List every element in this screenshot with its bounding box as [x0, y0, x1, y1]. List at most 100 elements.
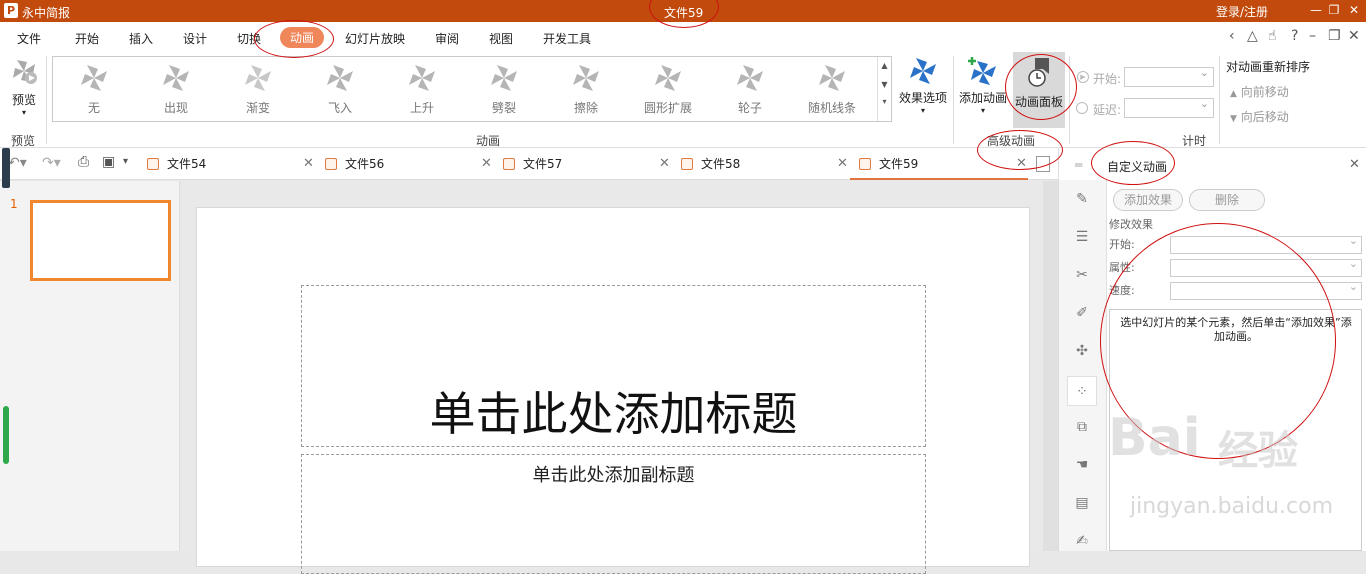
- add-animation-button[interactable]: 添加动画 ▾: [957, 56, 1009, 122]
- resize-icon[interactable]: ⧉: [1071, 416, 1093, 438]
- hand-icon[interactable]: ☝: [1268, 28, 1277, 44]
- menu-transition[interactable]: 切换: [237, 30, 261, 47]
- start-select[interactable]: [1170, 234, 1362, 254]
- subtitle-placeholder[interactable]: 单击此处添加副标题: [301, 454, 926, 574]
- slide: 单击此处添加标题 单击此处添加副标题: [196, 207, 1030, 574]
- start-label: 开始:: [1109, 238, 1135, 251]
- left-edge-handle[interactable]: [2, 148, 10, 188]
- menu-slideshow[interactable]: 幻灯片放映: [345, 30, 405, 47]
- tab-close-icon[interactable]: ✕: [659, 156, 670, 171]
- vertical-scrollbar[interactable]: [1043, 181, 1058, 551]
- star-icon: [245, 65, 271, 91]
- tab-close-icon[interactable]: ✕: [481, 156, 492, 171]
- document-title: 文件59: [664, 6, 704, 20]
- logo-icon: P: [4, 3, 18, 18]
- star-icon: [81, 65, 107, 91]
- panel-close-icon[interactable]: ✕: [1349, 157, 1360, 172]
- add-effect-button[interactable]: 添加效果: [1113, 189, 1183, 211]
- custom-animation-panel: ═ 自定义动画 ✕ ✎ ☰ ✂ ✐ ✣ ⁘ ⧉ ☚ ▤ ✍ 添加效果 删除 修改…: [1058, 148, 1366, 551]
- reorder-title: 对动画重新排序: [1226, 60, 1311, 74]
- effect-random-bars[interactable]: 随机线条: [797, 61, 867, 119]
- hand-icon[interactable]: ☚: [1071, 454, 1093, 476]
- delay-field[interactable]: [1124, 97, 1214, 118]
- print-preview-icon[interactable]: ⎙: [78, 154, 89, 170]
- gallery-scroll[interactable]: ▲ ▼ ▾: [877, 57, 891, 121]
- delete-button[interactable]: 删除: [1189, 189, 1265, 211]
- tab-file59-active[interactable]: 文件59 ✕: [850, 148, 1028, 180]
- tab-close-icon[interactable]: ✕: [303, 156, 314, 171]
- menu-home[interactable]: 开始: [75, 30, 99, 47]
- quick-access-more-icon[interactable]: ▾: [123, 156, 128, 167]
- play-icon: ▶: [1077, 71, 1089, 83]
- move-later-button[interactable]: ▼ 向后移动: [1230, 108, 1289, 125]
- login-link[interactable]: 登录/注册: [1216, 3, 1268, 20]
- restore-icon[interactable]: ❐: [1326, 2, 1342, 18]
- windmill-icon[interactable]: ✣: [1071, 340, 1093, 362]
- menu-animation[interactable]: 动画: [280, 27, 325, 48]
- left-edge-indicator: [3, 406, 9, 464]
- menu-insert[interactable]: 插入: [129, 30, 153, 47]
- brush-icon[interactable]: ✐: [1071, 302, 1093, 324]
- effects-gallery: 无 出现 渐变 飞入 上升 劈裂 擦除 圆形扩展 轮子 随机线条 ▲ ▼ ▾: [52, 56, 892, 122]
- effect-appear[interactable]: 出现: [141, 61, 211, 119]
- document-icon[interactable]: ▤: [1071, 492, 1093, 514]
- ribbon-minimize-icon[interactable]: –: [1309, 28, 1316, 44]
- effect-wheel[interactable]: 轮子: [715, 61, 785, 119]
- effect-fly-in[interactable]: 飞入: [305, 61, 375, 119]
- grid-icon[interactable]: ⁘: [1067, 376, 1097, 406]
- ppt-icon: [325, 158, 337, 170]
- undo-icon[interactable]: ↶▾: [8, 155, 27, 171]
- preview-button[interactable]: 预览 ▾: [6, 56, 42, 126]
- edit-icon[interactable]: ✍: [1071, 530, 1093, 552]
- effect-wipe[interactable]: 擦除: [551, 61, 621, 119]
- title-placeholder-text: 单击此处添加标题: [429, 387, 798, 441]
- menu-review[interactable]: 审阅: [435, 30, 459, 47]
- menu-view[interactable]: 视图: [489, 30, 513, 47]
- redo-icon[interactable]: ↷▾: [42, 155, 61, 171]
- property-select[interactable]: [1170, 257, 1362, 277]
- help-icon[interactable]: ?: [1291, 28, 1298, 44]
- effect-options-button[interactable]: 效果选项 ▾: [897, 56, 949, 122]
- add-animation-icon: [968, 57, 996, 85]
- menu-file[interactable]: 文件: [17, 30, 41, 47]
- speed-select[interactable]: [1170, 280, 1362, 300]
- ppt-icon: [147, 158, 159, 170]
- back-icon[interactable]: ‹: [1229, 28, 1235, 44]
- new-tab-icon[interactable]: [1036, 156, 1050, 172]
- menu-design[interactable]: 设计: [183, 30, 207, 47]
- title-placeholder[interactable]: 单击此处添加标题: [301, 285, 926, 447]
- tab-close-icon[interactable]: ✕: [1016, 156, 1027, 171]
- effect-none[interactable]: 无: [59, 61, 129, 119]
- ribbon-close-icon[interactable]: ✕: [1348, 28, 1360, 44]
- preview-label: 预览: [11, 93, 36, 107]
- move-earlier-button[interactable]: ▲ 向前移动: [1230, 83, 1289, 100]
- timing-group-label: 计时: [1182, 134, 1207, 148]
- tab-file57[interactable]: 文件57: [503, 155, 562, 172]
- minimize-icon[interactable]: —: [1308, 2, 1324, 18]
- star-icon: [655, 65, 681, 91]
- ppt-icon: [681, 158, 693, 170]
- animation-list-hint: 选中幻灯片的某个元素，然后单击“添加效果”添加动画。: [1120, 316, 1352, 343]
- tab-file58[interactable]: 文件58: [681, 155, 740, 172]
- ribbon-restore-icon[interactable]: ❐: [1328, 28, 1341, 44]
- animation-pane-button[interactable]: 动画面板: [1013, 52, 1065, 128]
- slide-thumbnail[interactable]: [30, 200, 171, 281]
- pencil-icon[interactable]: ✎: [1071, 188, 1093, 210]
- animation-group-label: 动画: [476, 134, 501, 148]
- scissors-icon[interactable]: ✂: [1071, 264, 1093, 286]
- tab-close-icon[interactable]: ✕: [837, 156, 848, 171]
- effect-fade[interactable]: 渐变: [223, 61, 293, 119]
- save-icon[interactable]: ▣: [102, 154, 115, 170]
- close-icon[interactable]: ✕: [1346, 2, 1362, 18]
- collapse-icon[interactable]: △: [1247, 28, 1258, 44]
- effect-split[interactable]: 劈裂: [469, 61, 539, 119]
- animation-list[interactable]: 选中幻灯片的某个元素，然后单击“添加效果”添加动画。: [1109, 309, 1362, 551]
- effect-rise[interactable]: 上升: [387, 61, 457, 119]
- sliders-icon[interactable]: ☰: [1071, 226, 1093, 248]
- effect-circle[interactable]: 圆形扩展: [633, 61, 703, 119]
- tab-file54[interactable]: 文件54: [147, 155, 206, 172]
- tab-file56[interactable]: 文件56: [325, 155, 384, 172]
- menu-developer[interactable]: 开发工具: [543, 30, 591, 47]
- start-field[interactable]: [1124, 66, 1214, 87]
- modify-effect-label: 修改效果: [1109, 218, 1153, 231]
